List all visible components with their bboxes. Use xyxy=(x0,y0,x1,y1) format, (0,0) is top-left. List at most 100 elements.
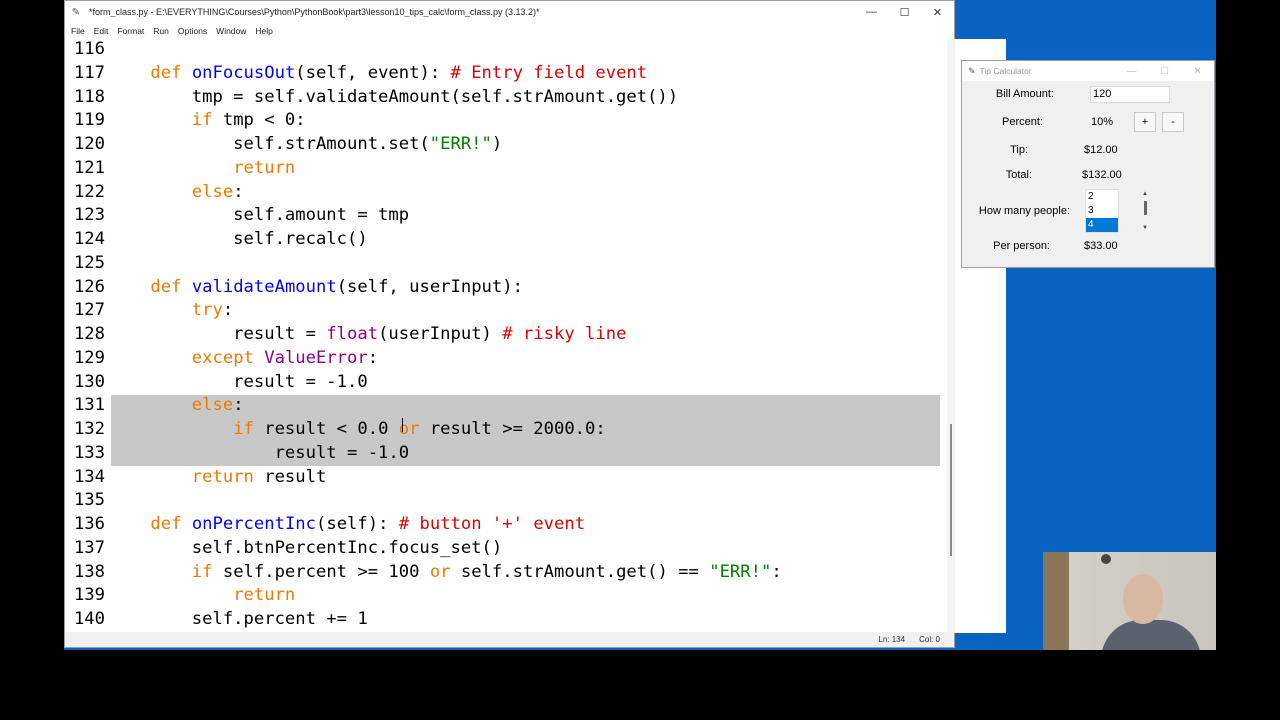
code-line[interactable]: 128 result = float(userInput) # risky li… xyxy=(66,323,942,347)
code-text[interactable]: if self.percent >= 100 or self.strAmount… xyxy=(109,561,782,585)
code-text[interactable]: result = -1.0 xyxy=(109,442,410,466)
menu-window[interactable]: Window xyxy=(216,26,246,36)
code-text[interactable]: return xyxy=(109,157,295,181)
code-text[interactable]: else: xyxy=(109,181,244,205)
percent-inc-button[interactable]: + xyxy=(1134,112,1156,132)
code-line[interactable]: 120 self.strAmount.set("ERR!") xyxy=(66,133,942,157)
code-text[interactable]: def validateAmount(self, userInput): xyxy=(109,276,523,300)
line-number: 121 xyxy=(73,157,105,178)
line-number: 139 xyxy=(73,585,105,606)
code-line[interactable]: 135 xyxy=(66,489,942,513)
line-number: 133 xyxy=(73,442,105,463)
code-line[interactable]: 130 result = -1.0 xyxy=(66,371,942,395)
code-line[interactable]: 116 xyxy=(66,39,942,62)
people-scroll-thumb[interactable] xyxy=(1144,201,1147,215)
code-text[interactable]: self.btnPercentInc.focus_set() xyxy=(109,537,502,561)
code-line[interactable]: 129 except ValueError: xyxy=(66,347,942,371)
menu-format[interactable]: Format xyxy=(117,26,144,36)
line-number: 123 xyxy=(73,205,105,226)
line-number: 134 xyxy=(73,466,105,487)
menu-edit[interactable]: Edit xyxy=(94,26,109,36)
people-option-selected[interactable]: 4 xyxy=(1086,218,1118,232)
line-number: 140 xyxy=(73,609,105,629)
status-col: Col: 0 xyxy=(919,635,940,644)
minimize-icon[interactable]: — xyxy=(855,6,888,18)
idle-feather-icon: ✎ xyxy=(71,6,81,18)
tip-maximize-icon[interactable]: ☐ xyxy=(1148,66,1181,77)
code-text[interactable]: return xyxy=(109,584,295,608)
status-line: Ln: 134 xyxy=(878,635,906,644)
menu-file[interactable]: File xyxy=(71,26,85,36)
code-text[interactable]: self.strAmount.set("ERR!") xyxy=(109,133,502,157)
code-line[interactable]: 123 self.amount = tmp xyxy=(66,204,942,228)
people-option[interactable]: 2 xyxy=(1086,190,1118,204)
line-number: 122 xyxy=(73,181,105,202)
editor-scrollbar[interactable] xyxy=(947,39,955,633)
line-number: 138 xyxy=(73,561,105,582)
tip-title: Tip Calculator xyxy=(979,66,1032,76)
code-line[interactable]: 119 if tmp < 0: xyxy=(66,109,942,133)
code-text[interactable]: self.recalc() xyxy=(109,228,368,252)
tip-minimize-icon[interactable]: — xyxy=(1115,66,1148,77)
menu-help[interactable]: Help xyxy=(255,26,272,36)
code-line[interactable]: 125 xyxy=(66,252,942,276)
per-person-value: $33.00 xyxy=(1084,240,1118,252)
code-line[interactable]: 132 if result < 0.0 or result >= 2000.0: xyxy=(66,418,942,442)
line-number: 132 xyxy=(73,419,105,439)
scroll-down-icon[interactable]: ▼ xyxy=(1142,225,1148,231)
code-text[interactable]: else: xyxy=(109,394,244,418)
scrollbar-thumb[interactable] xyxy=(950,424,952,556)
wall-clock-icon xyxy=(1101,554,1111,564)
line-number: 119 xyxy=(73,110,105,131)
mouse-cursor xyxy=(402,418,403,432)
menu-run[interactable]: Run xyxy=(153,26,169,36)
people-listbox[interactable]: 2 3 4 xyxy=(1085,189,1119,233)
code-line[interactable]: 124 self.recalc() xyxy=(66,228,942,252)
code-text[interactable]: result = float(userInput) # risky line xyxy=(109,323,626,347)
percent-value: 10% xyxy=(1091,116,1114,128)
maximize-icon[interactable]: ☐ xyxy=(888,6,921,19)
percent-dec-button[interactable]: - xyxy=(1162,112,1184,132)
code-line[interactable]: 136 def onPercentInc(self): # button '+'… xyxy=(66,513,942,537)
code-text[interactable]: self.percent += 1 xyxy=(109,608,368,632)
code-text[interactable]: if result < 0.0 or result >= 2000.0: xyxy=(109,418,606,442)
code-text[interactable]: return result xyxy=(109,466,327,490)
bill-amount-input[interactable]: 120 xyxy=(1090,86,1170,103)
code-line[interactable]: 118 tmp = self.validateAmount(self.strAm… xyxy=(66,86,942,110)
people-scrollbar[interactable]: ▲ ▼ xyxy=(1142,191,1148,235)
code-text[interactable]: def onPercentInc(self): # button '+' eve… xyxy=(109,513,585,537)
code-line[interactable]: 121 return xyxy=(66,157,942,181)
total-value: $132.00 xyxy=(1082,169,1122,181)
code-line[interactable]: 117 def onFocusOut(self, event): # Entry… xyxy=(66,62,942,86)
code-text[interactable]: result = -1.0 xyxy=(109,371,368,395)
people-option[interactable]: 3 xyxy=(1086,204,1118,218)
code-line[interactable]: 133 result = -1.0 xyxy=(66,442,942,466)
code-line[interactable]: 127 try: xyxy=(66,299,942,323)
tip-close-icon[interactable]: ✕ xyxy=(1181,66,1214,77)
line-number: 118 xyxy=(73,86,105,107)
bill-amount-label: Bill Amount: xyxy=(995,88,1054,100)
code-text[interactable]: try: xyxy=(109,299,233,323)
menu-options[interactable]: Options xyxy=(178,26,207,36)
tip-label: Tip: xyxy=(1010,144,1028,156)
code-text[interactable]: def onFocusOut(self, event): # Entry fie… xyxy=(109,62,647,86)
code-text[interactable]: self.amount = tmp xyxy=(109,204,409,228)
code-line[interactable]: 140 self.percent += 1 xyxy=(66,608,942,632)
code-text[interactable]: if tmp < 0: xyxy=(109,109,306,133)
line-number: 120 xyxy=(73,134,105,154)
code-text[interactable]: except ValueError: xyxy=(109,347,378,371)
code-line[interactable]: 137 self.btnPercentInc.focus_set() xyxy=(66,537,942,561)
code-line[interactable]: 139 return xyxy=(66,584,942,608)
code-line[interactable]: 138 if self.percent >= 100 or self.strAm… xyxy=(66,561,942,585)
code-line[interactable]: 134 return result xyxy=(66,466,942,490)
menu-bar: File Edit Format Run Options Window Help xyxy=(65,23,954,39)
line-number: 117 xyxy=(73,62,105,83)
code-text[interactable]: tmp = self.validateAmount(self.strAmount… xyxy=(109,86,678,110)
code-line[interactable]: 131 else: xyxy=(66,394,942,418)
close-icon[interactable]: ✕ xyxy=(921,6,954,19)
scroll-up-icon[interactable]: ▲ xyxy=(1142,191,1148,197)
code-line[interactable]: 122 else: xyxy=(66,181,942,205)
code-editor-area[interactable]: 116 117 def onFocusOut(self, event): # En… xyxy=(66,39,1006,633)
editor-titlebar: ✎ *form_class.py - E:\EVERYTHING\Courses… xyxy=(65,1,954,23)
code-line[interactable]: 126 def validateAmount(self, userInput): xyxy=(66,276,942,300)
